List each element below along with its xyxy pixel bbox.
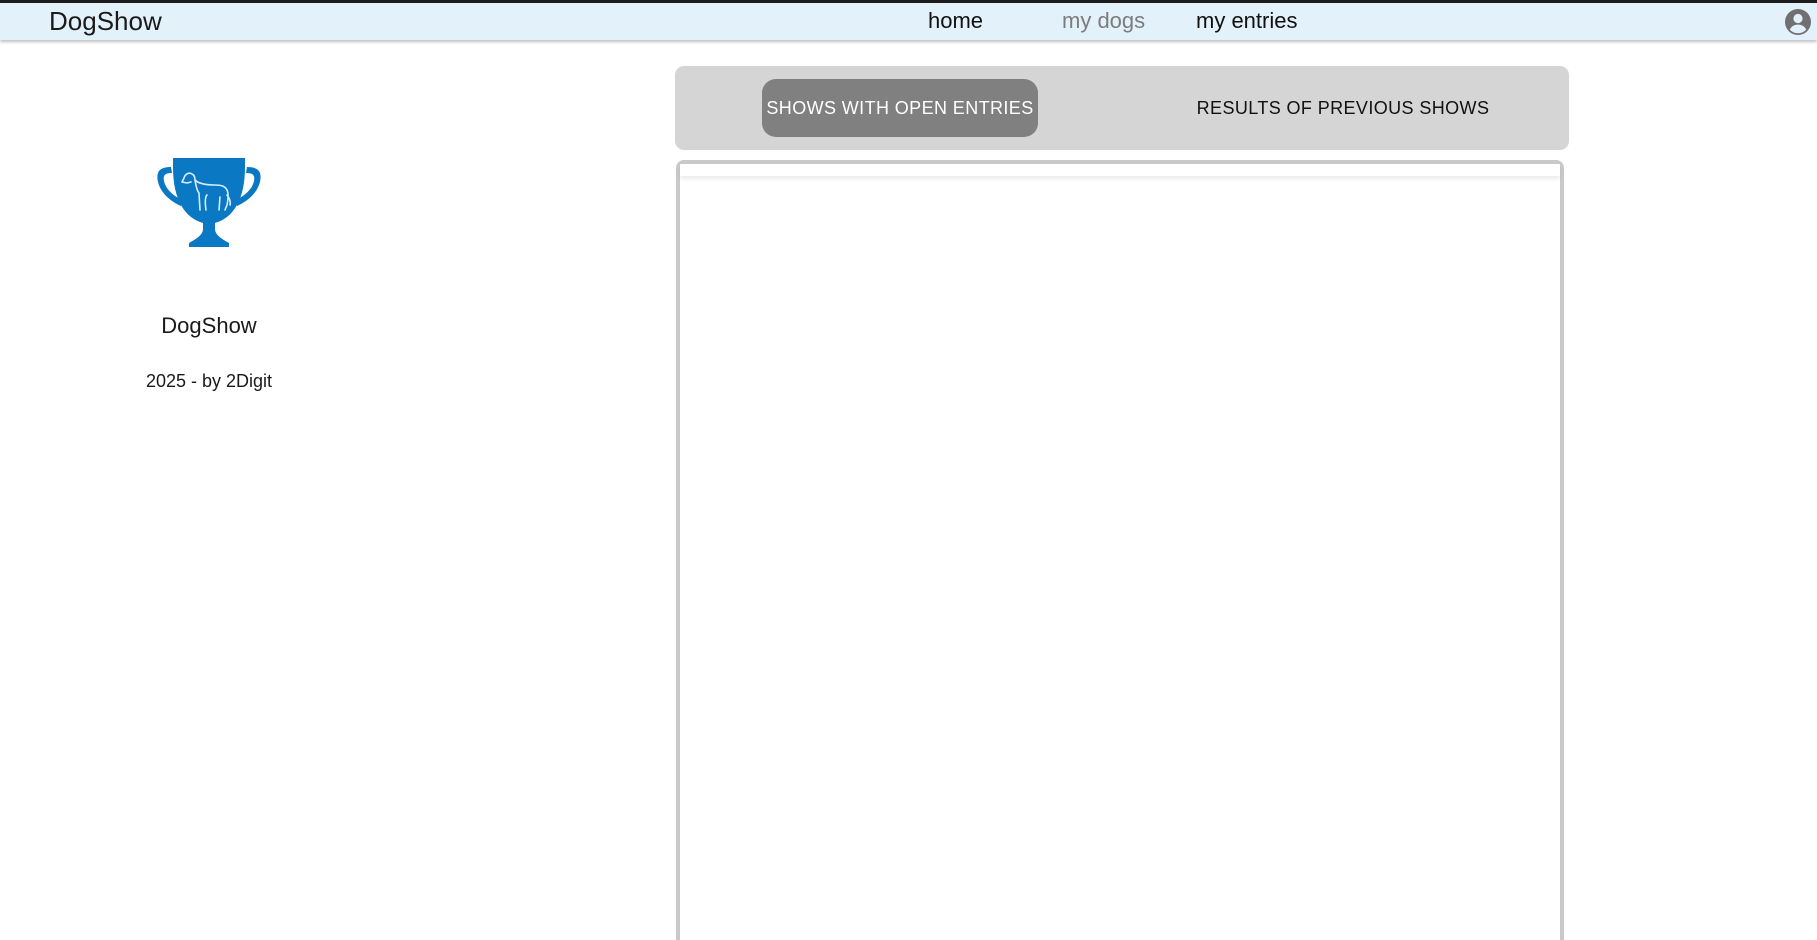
account-circle-icon[interactable]: [1784, 8, 1812, 36]
app-bar: DogShow home my dogs my entries: [0, 3, 1817, 40]
shows-list-panel[interactable]: [676, 160, 1564, 940]
panel-header-strip: [680, 164, 1560, 176]
show-tabs: SHOWS WITH OPEN ENTRIES RESULTS OF PREVI…: [675, 66, 1569, 150]
sidebar-title: DogShow: [161, 313, 257, 338]
sidebar-subtitle: 2025 - by 2Digit: [145, 371, 273, 391]
app-brand[interactable]: DogShow: [49, 6, 162, 36]
nav-my-dogs[interactable]: my dogs: [1062, 7, 1145, 35]
nav-my-entries[interactable]: my entries: [1196, 7, 1297, 35]
trophy-dog-icon: [155, 155, 263, 251]
nav-home[interactable]: home: [928, 7, 983, 35]
tab-results-previous-shows[interactable]: RESULTS OF PREVIOUS SHOWS: [1165, 79, 1521, 137]
tab-shows-open-entries[interactable]: SHOWS WITH OPEN ENTRIES: [762, 79, 1038, 137]
